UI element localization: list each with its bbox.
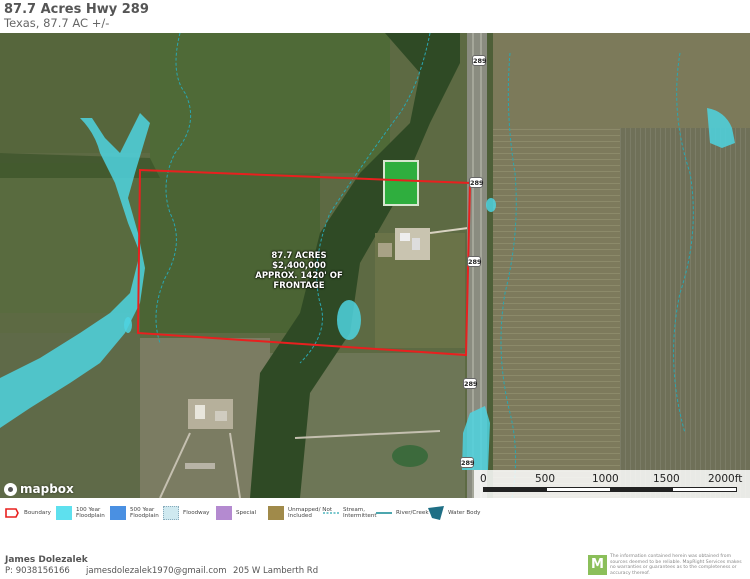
unmapped-swatch <box>268 506 284 520</box>
mapbox-attribution[interactable]: mapbox <box>4 482 74 496</box>
disclaimer-text: The information contained herein was obt… <box>610 554 742 576</box>
agent-address: 205 W Lamberth Rd <box>233 566 319 576</box>
parcel-acres: 87.7 ACRES <box>271 251 327 261</box>
route-shield: 289 <box>472 55 487 66</box>
stream-intermittent-icon <box>323 512 339 514</box>
river-creek-icon <box>376 512 392 514</box>
special-swatch <box>216 506 232 520</box>
legend-item: River/Creek <box>376 506 429 520</box>
scale-label: 500 <box>535 473 556 485</box>
route-shield: 289 <box>460 457 475 468</box>
parcel-price: $2,400,000 <box>272 261 326 271</box>
mapbox-text: mapbox <box>20 482 74 496</box>
legend-label: Water Body <box>448 509 481 516</box>
route-shield: 289 <box>469 177 484 188</box>
legend-label: River/Creek <box>396 509 429 516</box>
scale-label: 2000ft <box>708 473 743 485</box>
route-shield: 289 <box>463 378 478 389</box>
listing-title: 87.7 Acres Hwy 289 <box>4 2 149 17</box>
map-legend: Boundary 100 Year Floodplain 500 Year Fl… <box>0 498 750 536</box>
map-view[interactable]: 87.7 ACRES $2,400,000 APPROX. 1420' OF F… <box>0 33 750 498</box>
scale-label: 0 <box>480 473 487 485</box>
parcel-label: 87.7 ACRES $2,400,000 APPROX. 1420' OF F… <box>234 251 364 291</box>
scale-bar-graphic <box>483 487 737 492</box>
footer: James Dolezalek P: 9038156166 jamesdolez… <box>0 536 750 579</box>
boundary-icon <box>5 508 19 518</box>
scale-label: 1500 <box>653 473 680 485</box>
legend-item: Floodway <box>163 506 209 520</box>
floodplain-500-swatch <box>110 506 126 520</box>
satellite-imagery <box>0 33 750 498</box>
water-body-icon <box>428 506 444 520</box>
legend-label: Floodway <box>183 509 210 516</box>
route-shield: 289 <box>467 256 482 267</box>
legend-item: Special <box>216 506 256 520</box>
agent-name: James Dolezalek <box>5 555 88 565</box>
agent-email[interactable]: jamesdolezalek1970@gmail.com <box>86 566 226 576</box>
scale-bar: 0 500 1000 1500 2000ft <box>474 470 750 498</box>
header: 87.7 Acres Hwy 289 Texas, 87.7 AC +/- <box>0 0 750 33</box>
legend-label: Boundary <box>24 509 51 516</box>
parcel-frontage: APPROX. 1420' OF FRONTAGE <box>255 271 343 291</box>
scale-label: 1000 <box>592 473 619 485</box>
legend-label: Special <box>236 509 257 516</box>
floodway-swatch <box>163 506 179 520</box>
listing-subtitle: Texas, 87.7 AC +/- <box>4 16 110 30</box>
legend-item: Boundary <box>4 506 51 520</box>
legend-item: Water Body <box>428 506 480 520</box>
mapright-logo: M <box>588 555 607 575</box>
mapbox-logo-icon <box>4 482 17 496</box>
floodplain-100-swatch <box>56 506 72 520</box>
agent-phone[interactable]: P: 9038156166 <box>5 566 70 576</box>
